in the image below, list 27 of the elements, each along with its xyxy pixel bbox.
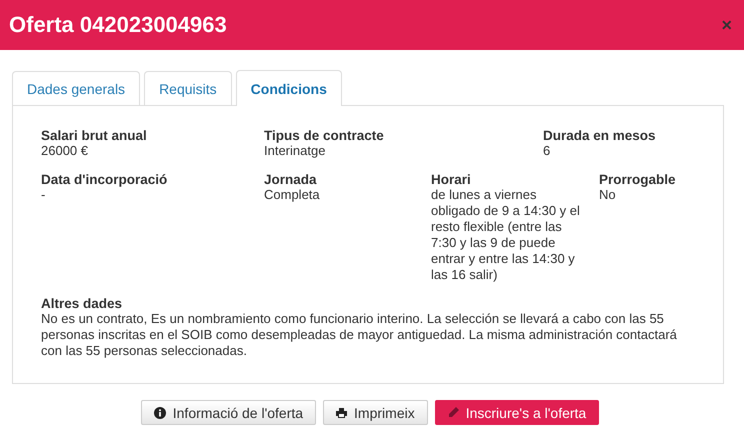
printer-icon: [336, 408, 348, 418]
action-button[interactable]: Informació de l'oferta: [140, 400, 316, 425]
field-value: -: [41, 187, 46, 203]
field-label: Data d'incorporació: [41, 172, 168, 187]
pencil-icon: [448, 407, 459, 418]
window-title: Oferta 042023004963: [9, 12, 227, 38]
field-label: Tipus de contracte: [264, 128, 385, 143]
field-label: Durada en mesos: [543, 128, 657, 143]
tab[interactable]: Dades generals: [12, 71, 140, 105]
field-label: Jornada: [264, 172, 318, 187]
tab[interactable]: Requisits: [144, 71, 232, 105]
field-label: Prorrogable: [599, 172, 677, 187]
field-value: Completa: [264, 187, 321, 203]
field-label: Horari: [431, 172, 472, 187]
tab[interactable]: Condicions: [236, 70, 342, 106]
action-button[interactable]: Imprimeix: [323, 400, 428, 425]
field-label: Salari brut anual: [41, 128, 148, 143]
field-value: 26000 €: [41, 143, 89, 159]
field-value: 6: [543, 143, 552, 159]
action-button[interactable]: Inscriure's a l'oferta: [434, 400, 600, 425]
field-value: No: [599, 187, 617, 203]
field-value: de lunes a viernes obligado de 9 a 14:30 y el resto flexible (entre las 7:30 y las 9 de puede entrar y entre las 14:30 y las 16 salir): [431, 187, 581, 283]
field-label: Altres dades: [41, 296, 124, 311]
field-value: No es un contrato, Es un nombramiento como funcionario interino. La selección se llevará a cabo con las 55 personas inscritas en el SOIB como desempleadas de mayor antiguedad. La misma administración contactará con las 55 personas seleccionadas.: [41, 311, 678, 359]
info-icon: [154, 406, 166, 418]
field-value: Interinatge: [264, 143, 326, 159]
close-button[interactable]: ×: [721, 16, 732, 34]
